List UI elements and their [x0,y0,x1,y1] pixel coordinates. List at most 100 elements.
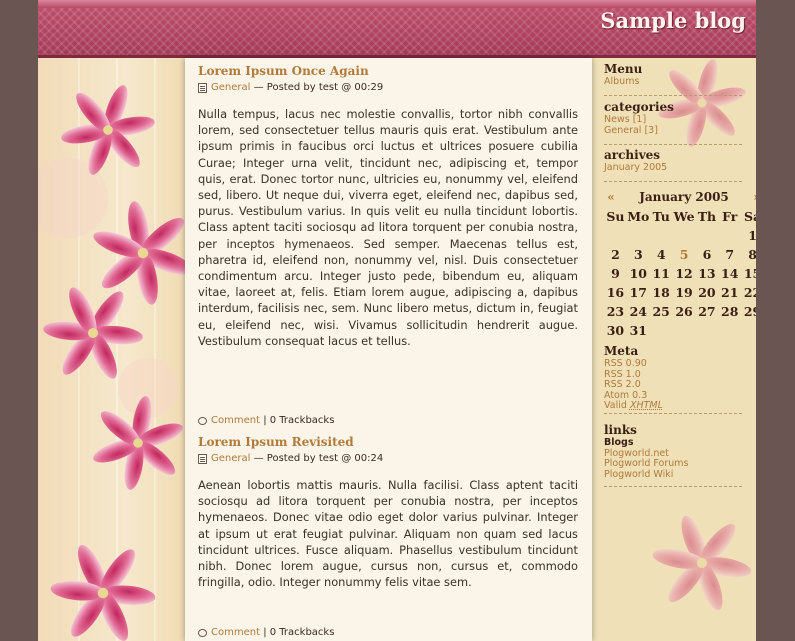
rss-090-link[interactable]: RSS 0.90 [604,358,742,370]
valid-xhtml: Valid XHTML [604,400,742,412]
trackbacks[interactable]: | 0 Trackbacks [263,627,334,638]
calendar-weekdays: SuMoTuWeTh Fr Sa [604,207,756,226]
archive-january-2005-link[interactable]: January 2005 [604,162,742,174]
calendar-day[interactable]: 5 [673,245,696,264]
menu-block: Menu Albums [604,62,742,96]
calendar-weekday: Fr [722,209,738,224]
posted-by: — Posted by test @ 00:29 [253,82,384,93]
calendar-empty-cell [696,321,719,340]
calendar-day: 29 [743,304,756,319]
calendar-next-button[interactable]: » [750,190,756,204]
calendar-day: 15 [743,266,756,281]
calendar-day: 4 [656,247,666,262]
calendar-day: 10 [629,266,648,281]
post-body: Aenean lobortis mattis mauris. Nulla fac… [198,478,578,590]
links-group-blogs: Blogs [604,437,634,448]
calendar-day: 3 [633,247,643,262]
calendar-week: 30 31 [604,321,756,340]
valid-label: Valid [604,400,627,411]
calendar-day: 19 [675,285,693,300]
albums-link[interactable]: Albums [604,76,742,88]
category-news-link[interactable]: News [1] [604,114,742,126]
calendar-day: 26 [675,304,693,319]
calendar-weekday: Tu [652,209,670,224]
calendar-day: 23 [606,304,625,319]
calendar-week: 1 [604,226,756,245]
meta-block: Meta RSS 0.90 RSS 1.0 RSS 2.0 Atom 0.3 V… [604,344,742,414]
calendar-empty-cell [718,321,741,340]
post-body: Nulla tempus, lacus nec molestie convall… [198,107,578,348]
lily-flower-decoration [652,508,752,627]
calendar-empty-cell [741,321,756,340]
calendar-day: 25 [652,304,670,319]
calendar-header: « January 2005 » [604,188,756,206]
archives-block: archives January 2005 [604,148,742,182]
calendar: « January 2005 » SuMoTuWeTh Fr Sa 1 2345678… [604,188,756,340]
calendar-month: January 2005 [639,190,729,204]
calendar-day: 18 [652,285,670,300]
post-footer: Comment | 0 Trackbacks [198,415,334,426]
post: Lorem Ipsum Revisited General — Posted b… [198,433,578,590]
meta-title: Meta [604,344,639,358]
content-column: Lorem Ipsum Once Again General — Posted … [185,58,592,641]
comment-link[interactable]: Comment [211,627,260,638]
calendar-day: 31 [629,323,648,338]
blog-title[interactable]: Sample blog [600,8,746,33]
calendar-week: 16 17 18 19 20 21 22 [604,283,756,302]
calendar-empty-cell [673,226,696,245]
calendar-weekday: Mo [627,209,650,224]
plogworld-wiki-link[interactable]: Plogworld Wiki [604,469,742,481]
post-title[interactable]: Lorem Ipsum Once Again [198,62,578,80]
category-link[interactable]: General [211,80,250,96]
links-title: links [604,423,637,437]
document-icon [198,83,207,93]
calendar-day: 21 [721,285,739,300]
comment-link[interactable]: Comment [211,415,260,426]
calendar-day: 8 [748,247,756,262]
calendar-weekday: Sa [744,209,756,224]
calendar-day: 30 [606,323,625,338]
calendar-day: 11 [652,266,670,281]
document-icon [198,454,207,464]
category-general-link[interactable]: General [3] [604,125,742,137]
calendar-empty-cell [650,226,673,245]
calendar-prev-button[interactable]: « [604,190,618,204]
calendar-empty-cell [627,226,650,245]
calendar-weekday: Th [697,209,717,224]
calendar-weekday: We [673,209,695,224]
calendar-empty-cell [673,321,696,340]
categories-block: categories News [1] General [3] [604,100,742,145]
calendar-empty-cell [696,226,719,245]
calendar-day: 27 [698,304,716,319]
comment-bubble-icon [198,416,207,425]
calendar-day: 2 [611,247,620,262]
calendar-day: 20 [698,285,716,300]
left-decoration [38,58,185,641]
comment-bubble-icon [198,628,207,637]
calendar-day: 14 [721,266,739,281]
calendar-day: 1 [748,228,756,243]
sidebar: Menu Albums categories News [1] General … [592,58,756,641]
calendar-week: 23 24 25 26 27 28 29 [604,302,756,321]
archives-title: archives [604,148,661,162]
calendar-day: 28 [721,304,739,319]
post-title[interactable]: Lorem Ipsum Revisited [198,433,578,451]
calendar-day: 16 [606,285,625,300]
xhtml-link[interactable]: XHTML [630,400,663,411]
post-meta: General — Posted by test @ 00:24 [198,451,578,467]
post-meta: General — Posted by test @ 00:29 [198,80,578,96]
plogworld-forums-link[interactable]: Plogworld Forums [604,458,742,470]
calendar-weekday: Su [606,209,625,224]
rss-20-link[interactable]: RSS 2.0 [604,379,742,391]
menu-title: Menu [604,62,643,76]
calendar-empty-cell [650,321,673,340]
calendar-week: 9 10 11 12 13 14 15 [604,264,756,283]
calendar-week: 2345678 [604,245,756,264]
header-band [38,0,756,8]
calendar-day: 13 [698,266,716,281]
blog-header: Sample blog [38,0,756,58]
category-link[interactable]: General [211,451,250,467]
categories-title: categories [604,100,674,114]
calendar-day: 22 [743,285,756,300]
trackbacks[interactable]: | 0 Trackbacks [263,415,334,426]
